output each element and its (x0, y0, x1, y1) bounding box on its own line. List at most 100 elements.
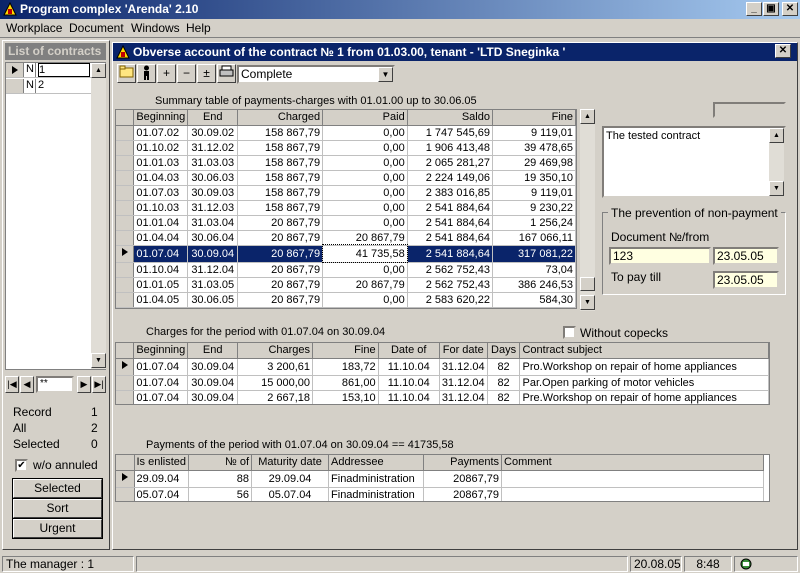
open-folder-icon[interactable] (117, 64, 136, 83)
first-record-icon[interactable]: |◀ (5, 376, 19, 393)
table-cell[interactable]: 183,72 (312, 358, 379, 376)
table-cell[interactable]: Par.Open parking of motor vehicles (519, 375, 769, 391)
table-cell[interactable]: 2 541 884,64 (407, 200, 493, 216)
table-cell[interactable]: 19 350,10 (492, 170, 576, 186)
table-cell[interactable]: 20 867,79 (322, 230, 408, 246)
column-header[interactable]: Date of (378, 343, 440, 359)
table-cell[interactable]: 2 562 752,43 (407, 262, 493, 278)
table-cell[interactable]: 167 066,11 (492, 230, 576, 246)
selected-button[interactable]: Selected (12, 478, 103, 499)
table-cell[interactable]: 20 867,79 (322, 277, 408, 293)
column-header[interactable]: Beginning (133, 343, 189, 359)
table-cell[interactable]: 2 383 016,85 (407, 185, 493, 201)
table-row[interactable]: 01.07.04 30.09.04 20 867,79 41 735,58 2 541 … (116, 244, 576, 263)
table-cell[interactable]: 2 541 884,64 (407, 230, 493, 246)
table-cell[interactable]: 158 867,79 (237, 200, 324, 216)
table-cell[interactable]: 1 256,24 (492, 215, 576, 231)
table-cell[interactable]: 2 583 620,22 (407, 292, 493, 308)
next-record-icon[interactable]: ▶ (77, 376, 91, 393)
table-cell[interactable]: 01.07.04 (133, 358, 189, 376)
table-cell[interactable]: 317 081,22 (492, 245, 576, 263)
network-icon[interactable] (738, 557, 754, 571)
table-cell[interactable]: 20 867,79 (237, 262, 324, 278)
wo-annuled-checkbox[interactable]: ✔ (15, 459, 28, 472)
table-cell[interactable]: 30.06.05 (187, 292, 239, 308)
table-cell[interactable]: 0,00 (322, 262, 408, 278)
table-row[interactable]: 01.10.04 31.12.04 20 867,79 0,00 2 562 752,4… (116, 262, 576, 278)
table-cell[interactable]: 31.12.04 (439, 390, 488, 404)
table-cell[interactable]: 2 541 884,64 (407, 215, 493, 231)
menu-help[interactable]: Help (186, 21, 211, 35)
contract-memo[interactable]: The tested contract ▲ ▼ (602, 126, 786, 198)
table-row[interactable]: 01.01.03 31.03.03 158 867,79 0,00 2 065 281,… (116, 155, 576, 171)
table-cell[interactable]: 584,30 (492, 292, 576, 308)
table-cell[interactable]: Pre.Workshop on repair of home appliance… (519, 390, 769, 404)
table-cell[interactable]: 9 119,01 (492, 125, 576, 141)
table-cell[interactable]: 41 735,58 (321, 244, 409, 263)
table-cell[interactable] (501, 470, 765, 488)
table-cell[interactable]: 31.03.03 (187, 155, 239, 171)
maximize-button[interactable]: ▣ (763, 2, 779, 16)
add-icon[interactable]: + (157, 64, 176, 83)
table-cell[interactable]: 56 (188, 487, 253, 501)
menu-document[interactable]: Document (69, 21, 124, 35)
table-row[interactable]: 01.01.04 31.03.04 20 867,79 0,00 2 541 884,6… (116, 215, 576, 231)
table-cell[interactable]: 9 119,01 (492, 185, 576, 201)
print-icon[interactable] (217, 64, 236, 83)
table-cell[interactable]: 11.10.04 (378, 358, 440, 376)
table-cell[interactable]: 20 867,79 (237, 215, 324, 231)
table-cell[interactable]: 2 667,18 (237, 390, 314, 404)
table-row[interactable]: 01.04.05 30.06.05 20 867,79 0,00 2 583 620,2… (116, 292, 576, 308)
table-row[interactable]: 01.07.03 30.09.03 158 867,79 0,00 2 383 016,… (116, 185, 576, 201)
table-cell[interactable]: 11.10.04 (378, 375, 440, 391)
child-close-button[interactable]: ✕ (775, 44, 791, 58)
table-row[interactable]: 01.04.04 30.06.04 20 867,79 20 867,79 2 541 … (116, 230, 576, 246)
table-row[interactable]: 01.10.03 31.12.03 158 867,79 0,00 2 541 884,… (116, 200, 576, 216)
column-header[interactable]: Fine (312, 343, 379, 359)
table-cell[interactable]: 20 867,79 (237, 292, 324, 308)
table-cell[interactable]: 01.10.04 (133, 262, 189, 278)
column-header[interactable]: Beginning (133, 110, 189, 126)
mode-select[interactable]: Complete ▼ (237, 65, 395, 84)
table-cell[interactable]: 0,00 (322, 215, 408, 231)
column-header[interactable]: Contract subject (519, 343, 769, 359)
table-cell[interactable]: 31.12.03 (187, 200, 239, 216)
table-cell[interactable]: 15 000,00 (237, 375, 314, 391)
table-cell[interactable]: 2 065 281,27 (407, 155, 493, 171)
scroll-up-icon[interactable]: ▲ (769, 128, 784, 143)
table-cell[interactable]: 82 (487, 375, 521, 391)
table-cell[interactable] (501, 487, 765, 501)
table-cell[interactable]: 9 230,22 (492, 200, 576, 216)
table-cell[interactable]: 29.09.04 (134, 470, 190, 488)
table-cell[interactable]: 386 246,53 (492, 277, 576, 293)
minimize-button[interactable]: _ (746, 2, 762, 16)
table-cell[interactable]: 30.09.03 (187, 185, 239, 201)
pay-till-field[interactable]: 23.05.05 (713, 271, 779, 289)
table-cell[interactable]: 3 200,61 (237, 358, 314, 376)
table-cell[interactable]: 20867,79 (423, 487, 503, 501)
column-header[interactable]: Charged (237, 110, 324, 126)
prev-record-icon[interactable]: ◀ (20, 376, 34, 393)
table-cell[interactable]: 153,10 (312, 390, 379, 404)
last-record-icon[interactable]: ▶| (92, 376, 106, 393)
table-cell[interactable]: 01.01.04 (133, 215, 189, 231)
menu-workplace[interactable]: Workplace (6, 21, 62, 35)
table-cell[interactable]: 29 469,98 (492, 155, 576, 171)
table-row[interactable]: 01.07.02 30.09.02 158 867,79 0,00 1 747 545,… (116, 125, 576, 141)
charges-table[interactable]: Beginning End Charges Fine Date of For d… (115, 342, 770, 405)
table-cell[interactable]: 31.12.04 (187, 262, 239, 278)
table-cell[interactable]: 01.07.04 (133, 375, 189, 391)
column-header[interactable]: Payments (423, 455, 503, 471)
table-cell[interactable]: Pro.Workshop on repair of home appliance… (519, 358, 769, 376)
table-cell[interactable]: 158 867,79 (237, 155, 324, 171)
scroll-down-icon[interactable]: ▼ (769, 181, 784, 196)
remove-icon[interactable]: − (177, 64, 196, 83)
table-cell[interactable]: 88 (188, 470, 253, 488)
column-header[interactable]: Addressee (328, 455, 425, 471)
table-cell[interactable]: 20 867,79 (237, 277, 324, 293)
table-cell[interactable]: 2 224 149,06 (407, 170, 493, 186)
table-row[interactable]: 01.07.04 30.09.04 3 200,61 183,72 11.10.04 31… (116, 358, 769, 376)
column-header[interactable]: Days (487, 343, 521, 359)
table-cell[interactable]: 01.07.04 (133, 245, 189, 263)
table-cell[interactable]: 82 (487, 390, 521, 404)
